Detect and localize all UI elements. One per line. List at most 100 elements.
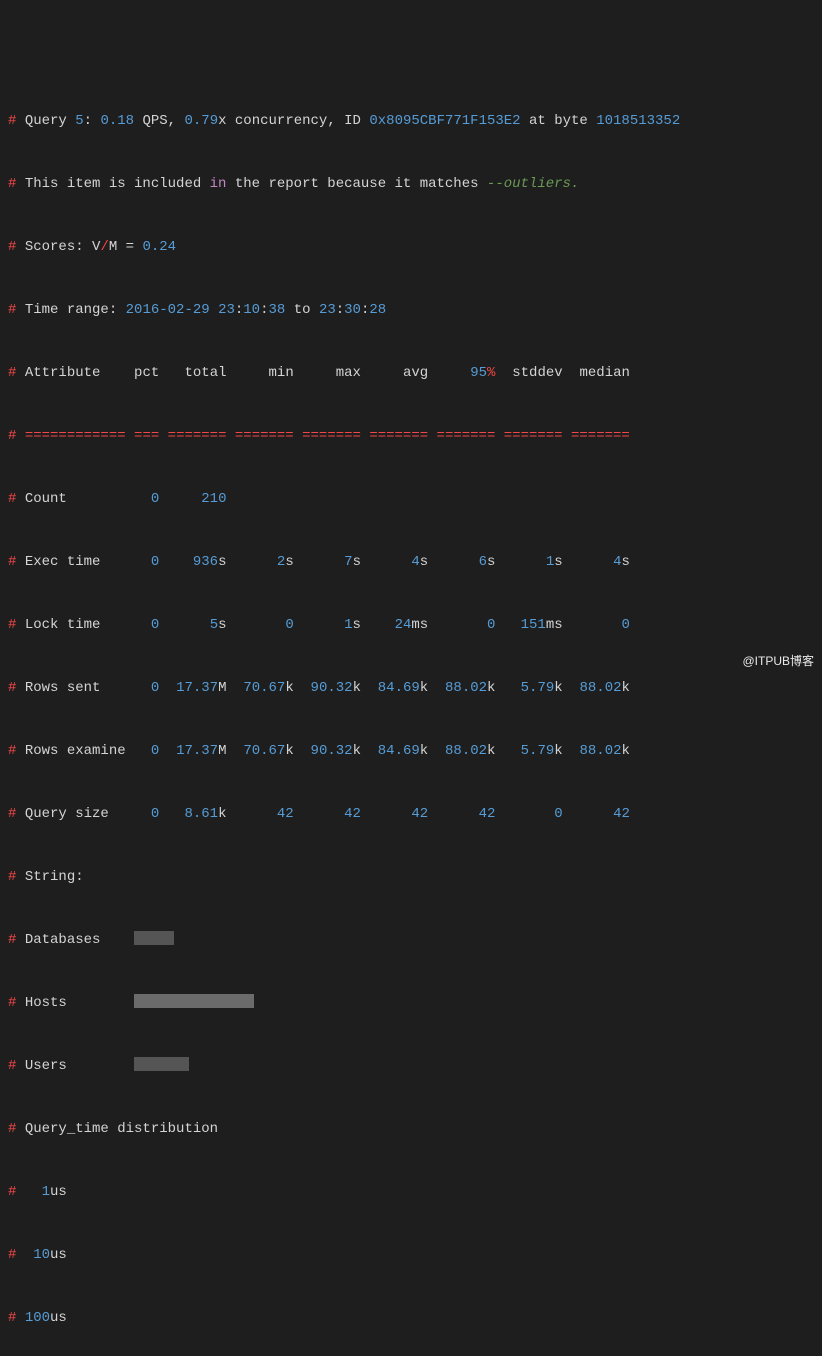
outliers-flag: --outliers. bbox=[487, 176, 579, 192]
h1: 23 bbox=[218, 302, 235, 318]
avg: 4 bbox=[411, 554, 419, 570]
string-label: String: bbox=[25, 869, 84, 885]
col-median: median bbox=[579, 365, 629, 381]
std: 151 bbox=[521, 617, 546, 633]
included-line: # This item is included in the report be… bbox=[8, 174, 814, 195]
col-avg: avg bbox=[403, 365, 428, 381]
pct: 0 bbox=[151, 491, 159, 507]
dist-unit: us bbox=[50, 1247, 67, 1263]
hash-mark: # bbox=[8, 176, 16, 192]
std: 5.79 bbox=[521, 743, 555, 759]
row-exec-time: # Exec time 0 936s 2s 7s 4s 6s 1s 4s bbox=[8, 552, 814, 573]
sep: ======= bbox=[302, 428, 361, 444]
row-name: Lock time bbox=[25, 617, 101, 633]
row-name: Rows sent bbox=[25, 680, 101, 696]
avg: 42 bbox=[411, 806, 428, 822]
dist-val: 10 bbox=[33, 1247, 50, 1263]
avg: 84.69 bbox=[378, 680, 420, 696]
query-label: Query bbox=[25, 113, 67, 129]
included-pre: This item is included bbox=[25, 176, 201, 192]
min: 0 bbox=[285, 617, 293, 633]
p95: 88.02 bbox=[445, 743, 487, 759]
at-byte-label: at byte bbox=[529, 113, 588, 129]
sep: ======= bbox=[571, 428, 630, 444]
hash-mark: # bbox=[8, 806, 16, 822]
p95: 6 bbox=[479, 554, 487, 570]
table-header-line: # Attribute pct total min max avg 95% st… bbox=[8, 363, 814, 384]
s2: 28 bbox=[369, 302, 386, 318]
query-id: 0x8095CBF771F153E2 bbox=[369, 113, 520, 129]
separator-line: # ============ === ======= ======= =====… bbox=[8, 426, 814, 447]
scores-m-eq: M = bbox=[109, 239, 134, 255]
dist-val: 1 bbox=[42, 1184, 50, 1200]
byte-offset: 1018513352 bbox=[596, 113, 680, 129]
row-name: Rows examine bbox=[25, 743, 126, 759]
dist-title-line: # Query_time distribution bbox=[8, 1119, 814, 1140]
max: 1 bbox=[344, 617, 352, 633]
dist-unit: us bbox=[50, 1184, 67, 1200]
max: 42 bbox=[344, 806, 361, 822]
id-label: ID bbox=[344, 113, 361, 129]
concurrency-x: x bbox=[218, 113, 226, 129]
hash-mark: # bbox=[8, 302, 16, 318]
avg: 84.69 bbox=[378, 743, 420, 759]
hash-mark: # bbox=[8, 365, 16, 381]
total: 17.37 bbox=[176, 680, 218, 696]
std: 5.79 bbox=[521, 680, 555, 696]
hash-mark: # bbox=[8, 428, 16, 444]
pct: 0 bbox=[151, 743, 159, 759]
min: 70.67 bbox=[243, 680, 285, 696]
med: 88.02 bbox=[579, 680, 621, 696]
to-label: to bbox=[294, 302, 311, 318]
total: 17.37 bbox=[176, 743, 218, 759]
time-range-line: # Time range: 2016-02-29 23:10:38 to 23:… bbox=[8, 300, 814, 321]
pct: 0 bbox=[151, 554, 159, 570]
std: 1 bbox=[546, 554, 554, 570]
hash-mark: # bbox=[8, 1184, 16, 1200]
hash-mark: # bbox=[8, 1247, 16, 1263]
hash-mark: # bbox=[8, 1121, 16, 1137]
max: 7 bbox=[344, 554, 352, 570]
users-label: Users bbox=[25, 1058, 67, 1074]
row-name: Exec time bbox=[25, 554, 101, 570]
total: 5 bbox=[210, 617, 218, 633]
col-min: min bbox=[269, 365, 294, 381]
col-95-num: 95 bbox=[470, 365, 487, 381]
min: 42 bbox=[277, 806, 294, 822]
med: 0 bbox=[621, 617, 629, 633]
h2: 23 bbox=[319, 302, 336, 318]
row-rows-examine: # Rows examine 0 17.37M 70.67k 90.32k 84… bbox=[8, 741, 814, 762]
scores-value: 0.24 bbox=[142, 239, 176, 255]
dist-10us: # 10us bbox=[8, 1245, 814, 1266]
hash-mark: # bbox=[8, 869, 16, 885]
scores-line: # Scores: V/M = 0.24 bbox=[8, 237, 814, 258]
std: 0 bbox=[554, 806, 562, 822]
sep: ======= bbox=[168, 428, 227, 444]
qps-value: 0.18 bbox=[100, 113, 134, 129]
watermark: @ITPUB博客 bbox=[742, 651, 814, 672]
total: 210 bbox=[201, 491, 226, 507]
sep: ======= bbox=[235, 428, 294, 444]
avg: 24 bbox=[395, 617, 412, 633]
users-line: # Users bbox=[8, 1056, 814, 1077]
date: 2016-02-29 bbox=[126, 302, 210, 318]
hosts-line: # Hosts bbox=[8, 993, 814, 1014]
med: 88.02 bbox=[579, 743, 621, 759]
row-rows-sent: # Rows sent 0 17.37M 70.67k 90.32k 84.69… bbox=[8, 678, 814, 699]
pct: 0 bbox=[151, 806, 159, 822]
string-line: # String: bbox=[8, 867, 814, 888]
p95: 88.02 bbox=[445, 680, 487, 696]
m2: 30 bbox=[344, 302, 361, 318]
hash-mark: # bbox=[8, 1310, 16, 1326]
concurrency-value: 0.79 bbox=[184, 113, 218, 129]
sep: ======= bbox=[437, 428, 496, 444]
total: 8.61 bbox=[184, 806, 218, 822]
dist-1us: # 1us bbox=[8, 1182, 814, 1203]
col-pct: pct bbox=[134, 365, 159, 381]
hash-mark: # bbox=[8, 617, 16, 633]
col-max: max bbox=[336, 365, 361, 381]
row-name: Count bbox=[25, 491, 67, 507]
p95: 0 bbox=[487, 617, 495, 633]
total: 936 bbox=[193, 554, 218, 570]
med: 42 bbox=[613, 806, 630, 822]
